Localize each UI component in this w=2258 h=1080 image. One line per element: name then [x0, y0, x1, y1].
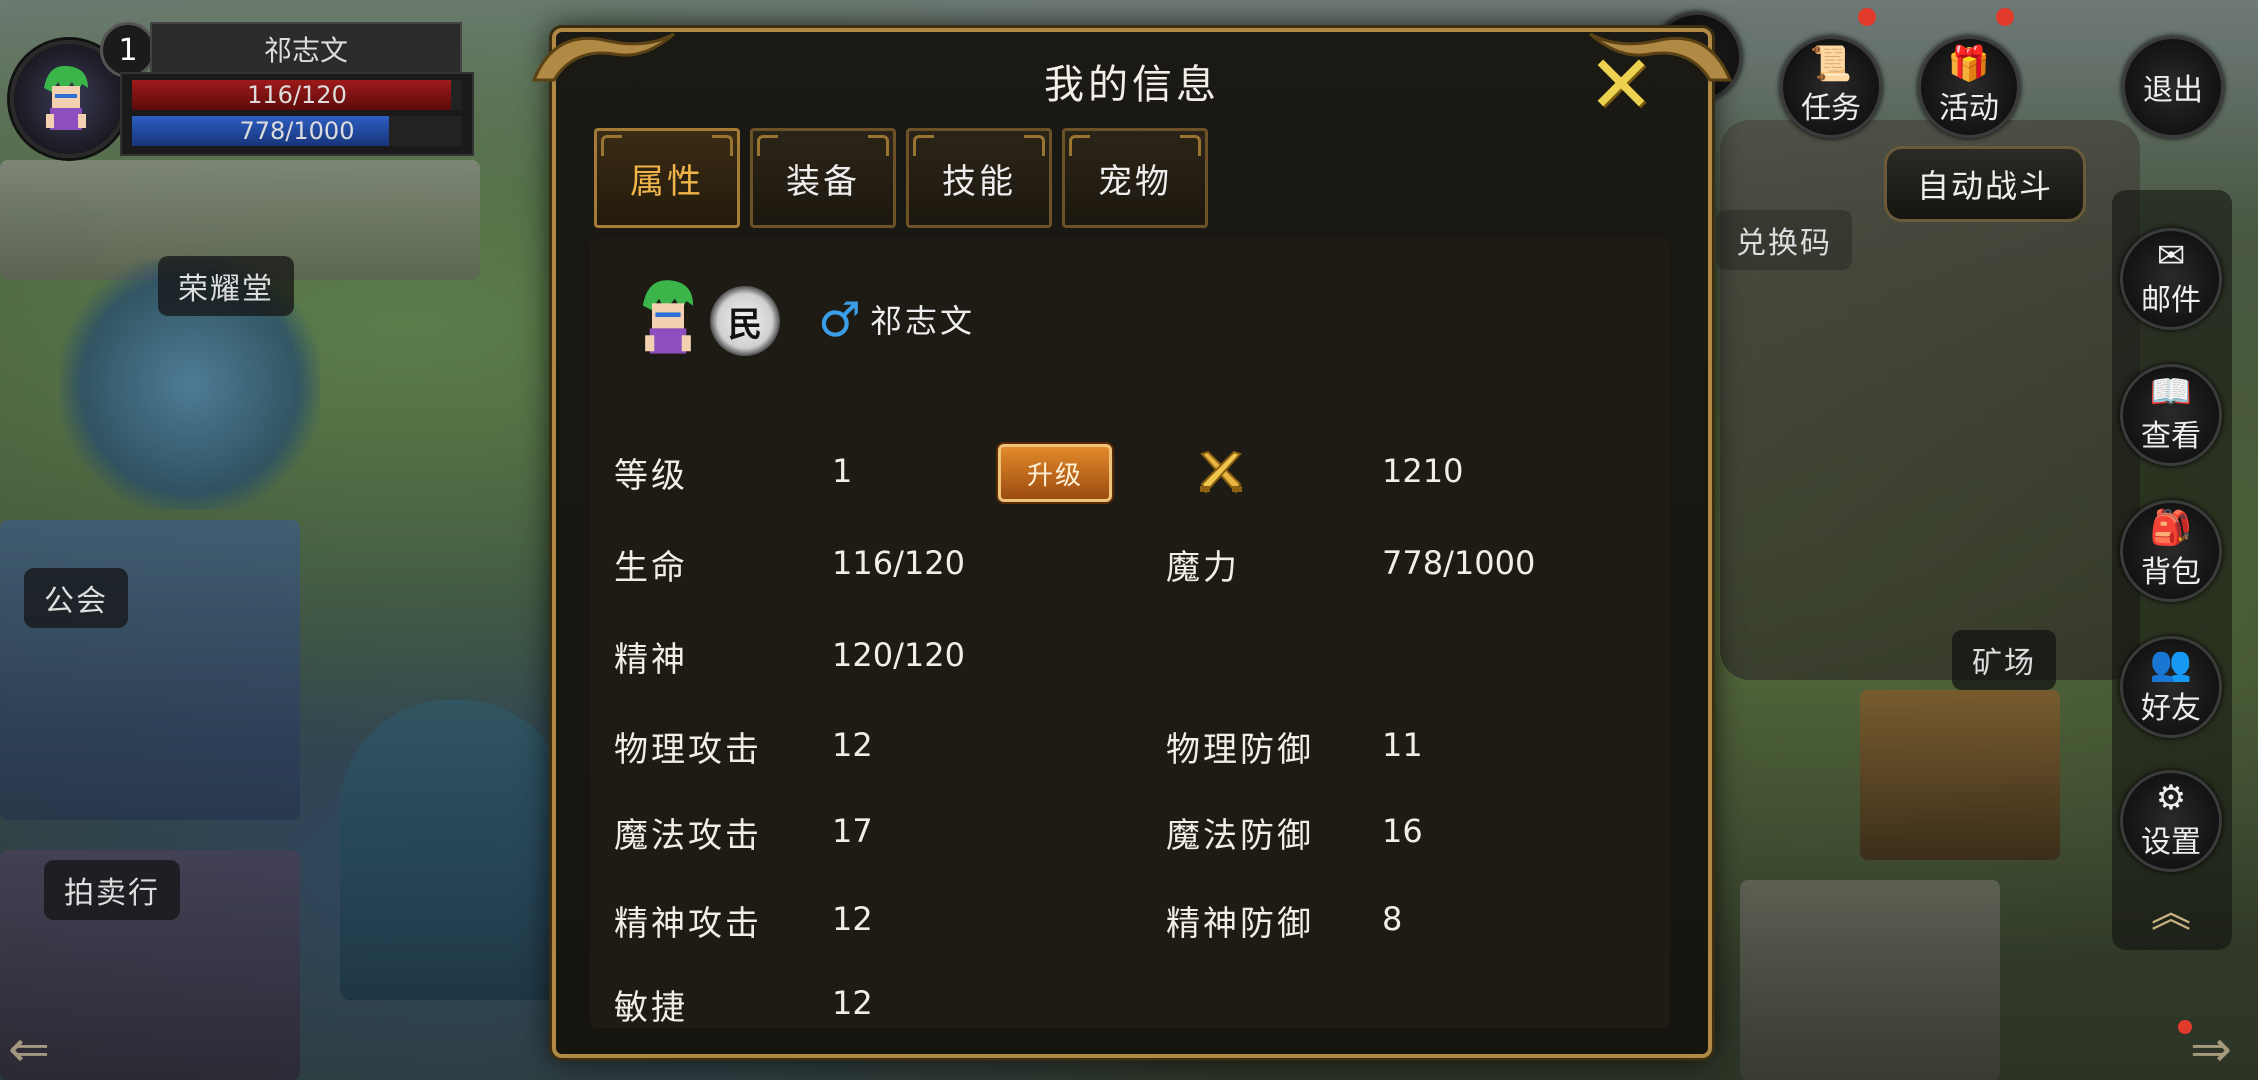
view-button[interactable]: 📖 查看: [2120, 364, 2222, 466]
tab-skills[interactable]: 技能: [906, 128, 1052, 228]
mine-building: [1860, 690, 2060, 860]
exit-label: 退出: [2143, 73, 2203, 108]
right-arrow-icon[interactable]: ⇒: [2190, 1020, 2232, 1078]
quest-button[interactable]: 📜 任务: [1780, 36, 1882, 138]
view-label: 查看: [2141, 419, 2201, 454]
settings-button[interactable]: ⚙ 设置: [2120, 770, 2222, 872]
collapse-menu-chevron-icon[interactable]: ︽: [2146, 880, 2196, 936]
tab-pets[interactable]: 宠物: [1062, 128, 1208, 228]
bag-icon: 🎒: [2149, 508, 2193, 548]
exit-button[interactable]: 退出: [2122, 36, 2224, 138]
book-icon: 📖: [2149, 372, 2193, 412]
upgrade-button[interactable]: 升级: [998, 444, 1112, 502]
guild-building: [0, 520, 300, 820]
physical-attack-value: 12: [832, 726, 873, 764]
mana-label: 魔力: [1166, 548, 1240, 588]
combat-power-value: 1210: [1382, 452, 1464, 490]
mp-bar: 778/1000: [132, 116, 462, 146]
hp-bar: 116/120: [132, 80, 462, 110]
scroll-icon: 📜: [1809, 44, 1853, 84]
mail-button[interactable]: ✉ 邮件: [2120, 228, 2222, 330]
character-portrait-icon: [642, 280, 694, 354]
hp-value: 116/120: [832, 544, 965, 582]
spirit-attack-label: 精神攻击: [614, 904, 762, 944]
spirit-label: 精神: [614, 640, 688, 680]
class-emblem: 民: [710, 286, 780, 356]
friends-label: 好友: [2141, 691, 2201, 726]
bag-button[interactable]: 🎒 背包: [2120, 500, 2222, 602]
friends-icon: 👥: [2149, 644, 2193, 684]
map-label-redeem-code[interactable]: 兑换码: [1716, 210, 1852, 270]
tab-equipment[interactable]: 装备: [750, 128, 896, 228]
magic-attack-label: 魔法攻击: [614, 816, 762, 856]
mail-label: 邮件: [2141, 283, 2201, 318]
hp-label: 生命: [614, 548, 688, 588]
event-label: 活动: [1939, 91, 1999, 126]
event-scroll-icon: 🎁: [1947, 44, 1991, 84]
close-button[interactable]: ✕: [1582, 45, 1660, 125]
magic-defense-label: 魔法防御: [1166, 816, 1314, 856]
physical-defense-label: 物理防御: [1166, 730, 1314, 770]
close-icon: ✕: [1587, 38, 1655, 131]
auto-battle-button[interactable]: 自动战斗: [1884, 146, 2086, 222]
quest-notification-dot: [1858, 8, 1876, 26]
spirit-value: 120/120: [832, 636, 965, 674]
dialog-title: 我的信息: [1044, 62, 1220, 108]
magic-attack-value: 17: [832, 812, 873, 850]
player-name: 祁志文: [150, 22, 462, 76]
mana-value: 778/1000: [1382, 544, 1536, 582]
event-button[interactable]: 🎁 活动: [1918, 36, 2020, 138]
dialog-tabs: 属性 装备 技能 宠物: [594, 128, 1208, 228]
spirit-attack-value: 12: [832, 900, 873, 938]
agility-value: 12: [832, 984, 873, 1022]
friends-button[interactable]: 👥 好友: [2120, 636, 2222, 738]
crossed-swords-icon: [1200, 450, 1242, 494]
left-arrow-icon[interactable]: ⇐: [8, 1020, 50, 1078]
level-label: 等级: [614, 456, 688, 496]
domed-building: [340, 700, 570, 1000]
my-info-dialog: 我的信息 ✕ 属性 装备 技能 宠物 民 ♂ 祁志文 等级 1 升级 1210: [531, 28, 1733, 1058]
map-label-guild[interactable]: 公会: [24, 568, 128, 628]
player-level-badge: 1: [100, 22, 156, 78]
player-status-bars: 116/120 778/1000: [120, 72, 474, 156]
agility-label: 敏捷: [614, 988, 688, 1028]
hp-text: 116/120: [247, 81, 347, 109]
map-label-mine[interactable]: 矿场: [1952, 630, 2056, 690]
spirit-defense-value: 8: [1382, 900, 1403, 938]
envelope-icon: ✉: [2156, 236, 2186, 276]
gear-icon: ⚙: [2155, 778, 2187, 818]
mp-text: 778/1000: [239, 117, 355, 145]
player-avatar-icon: [44, 65, 88, 130]
settings-label: 设置: [2141, 825, 2201, 860]
map-label-auction-house[interactable]: 拍卖行: [44, 860, 180, 920]
physical-defense-value: 11: [1382, 726, 1423, 764]
event-notification-dot: [1996, 8, 2014, 26]
magic-defense-value: 16: [1382, 812, 1423, 850]
tab-attributes[interactable]: 属性: [594, 128, 740, 228]
level-value: 1: [832, 452, 853, 490]
attributes-panel: 民 ♂ 祁志文 等级 1 升级 1210 生命 116/120 魔力 778/1…: [590, 238, 1670, 1028]
physical-attack-label: 物理攻击: [614, 730, 762, 770]
bag-label: 背包: [2141, 555, 2201, 590]
quest-label: 任务: [1801, 91, 1861, 126]
character-name: 祁志文: [870, 302, 976, 340]
stone-wall: [1740, 880, 2000, 1080]
bottom-right-notification-dot: [2178, 1020, 2192, 1034]
male-gender-icon: ♂: [818, 292, 862, 348]
map-label-honor-hall[interactable]: 荣耀堂: [158, 256, 294, 316]
spirit-defense-label: 精神防御: [1166, 904, 1314, 944]
